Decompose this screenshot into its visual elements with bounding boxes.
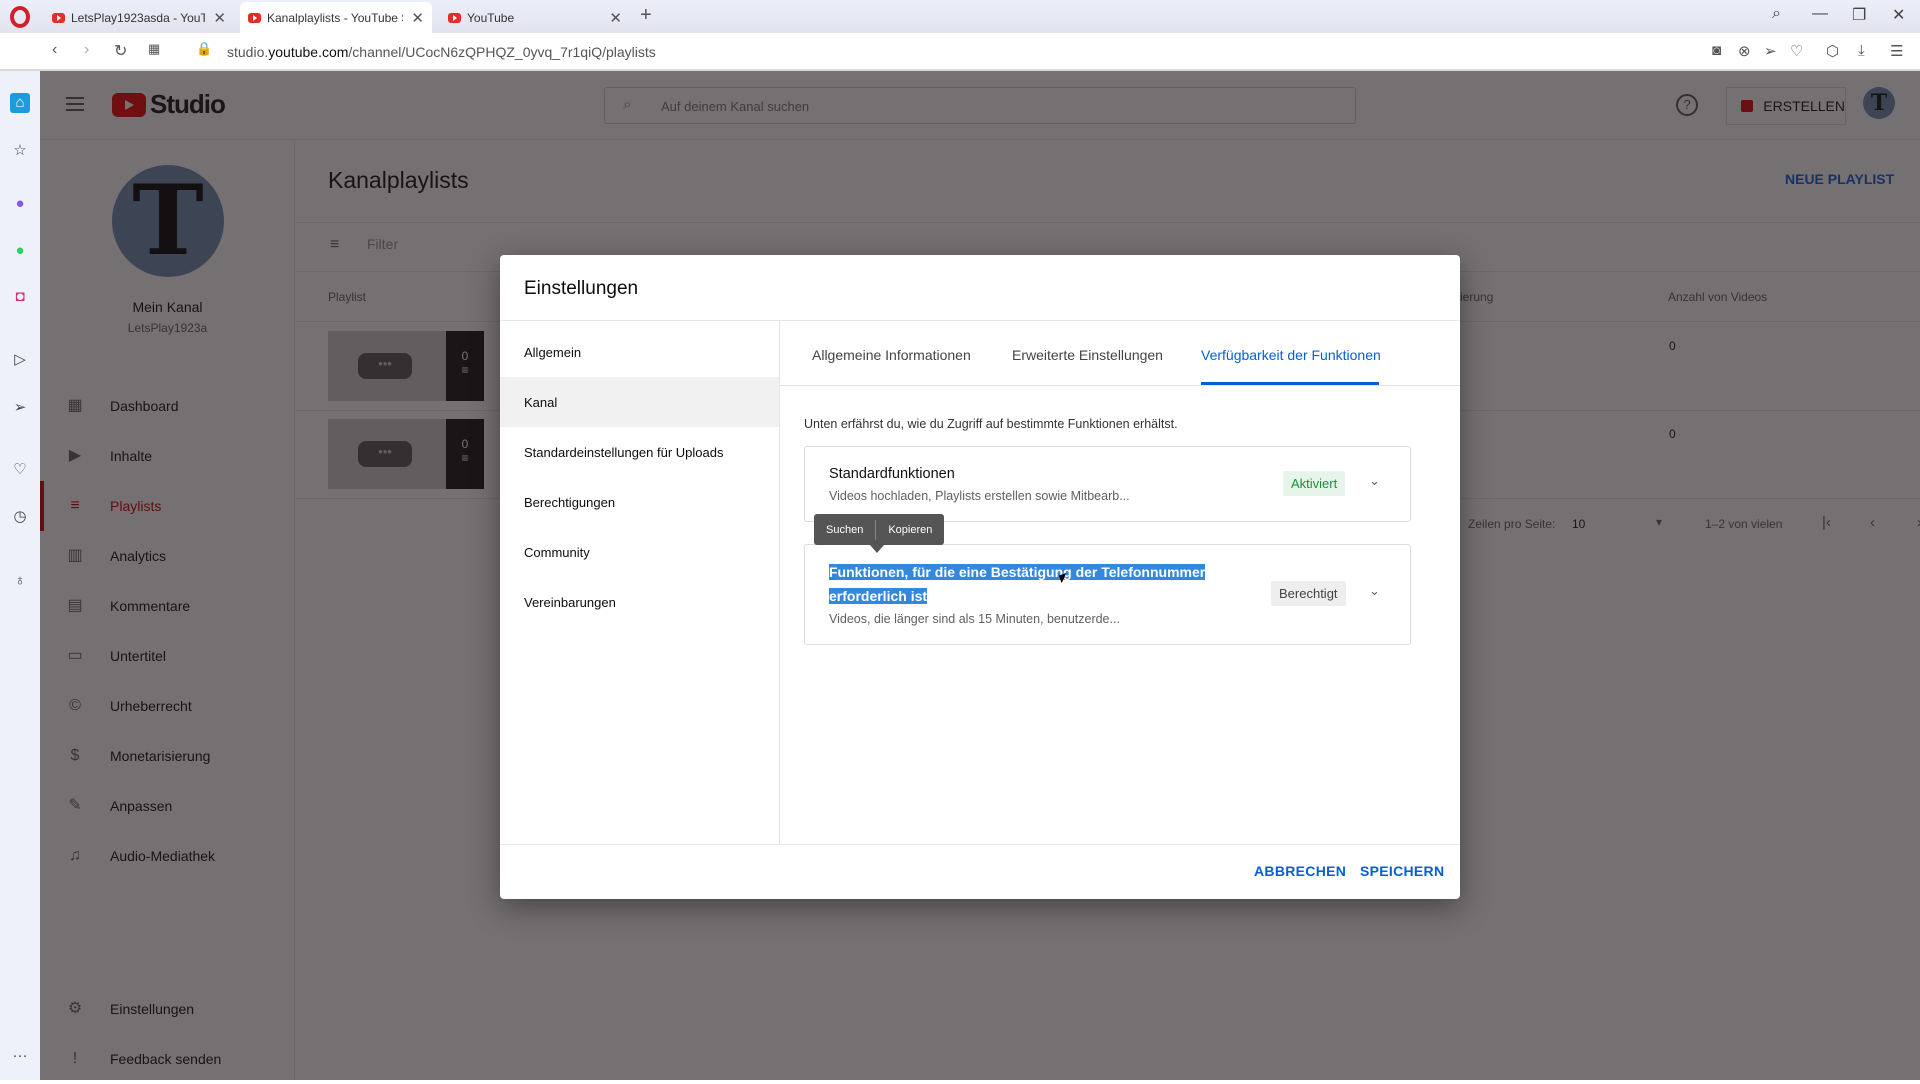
close-tab-icon[interactable]: ✕: [213, 9, 226, 27]
youtube-favicon-icon: [448, 12, 461, 23]
opera-logo-icon[interactable]: [10, 6, 30, 28]
feature-title: Standardfunktionen: [829, 466, 955, 482]
text-context-menu: Suchen Kopieren: [814, 514, 945, 553]
home-icon[interactable]: ⌂: [10, 93, 30, 113]
status-badge: Berechtigt: [1271, 581, 1346, 606]
tab-title: LetsPlay1923asda - YouTub: [71, 10, 206, 25]
browser-tab[interactable]: YouTube ✕: [440, 2, 630, 33]
restore-button[interactable]: ❐: [1852, 5, 1866, 25]
context-search-button[interactable]: Suchen: [814, 524, 875, 536]
selected-text[interactable]: erforderlich ist: [829, 588, 928, 604]
close-tab-icon[interactable]: ✕: [411, 9, 424, 27]
new-tab-button[interactable]: +: [640, 4, 652, 27]
dialog-title: Einstellungen: [524, 278, 639, 299]
divider: [779, 321, 780, 844]
lock-icon: 🔒: [196, 41, 213, 56]
tab-erweiterte-einstellungen[interactable]: Erweiterte Einstellungen: [1012, 347, 1163, 363]
feature-subtitle: Videos, die länger sind als 15 Minuten, …: [829, 612, 1120, 626]
divider: [500, 844, 1460, 845]
settings-sliders-icon[interactable]: ☰: [1890, 42, 1903, 60]
camera-icon[interactable]: ◙: [1712, 42, 1721, 59]
forward-button[interactable]: ›: [84, 41, 89, 59]
cube-icon[interactable]: ⬡: [1826, 42, 1839, 60]
url-field[interactable]: studio.youtube.com/channel/UCocN6zQPHQZ_…: [227, 44, 656, 60]
close-tab-icon[interactable]: ✕: [609, 9, 622, 27]
history-icon[interactable]: ◷: [10, 507, 30, 527]
tab-title: Kanalplaylists - YouTube St: [267, 10, 404, 25]
feature-card-standard[interactable]: Standardfunktionen Videos hochladen, Pla…: [804, 446, 1411, 522]
instagram-icon[interactable]: ◘: [10, 287, 30, 307]
selected-text[interactable]: Funktionen, für die eine Bestätigung der…: [829, 564, 1206, 580]
dialog-nav-vereinbarungen[interactable]: Vereinbarungen: [500, 577, 779, 627]
star-icon[interactable]: ☆: [10, 141, 30, 161]
youtube-favicon-icon: [248, 12, 261, 23]
cancel-button[interactable]: ABBRECHEN: [1254, 863, 1346, 879]
youtube-favicon-icon: [52, 12, 65, 23]
dialog-nav-community[interactable]: Community: [500, 527, 779, 577]
context-copy-button[interactable]: Kopieren: [876, 524, 944, 536]
save-button[interactable]: SPEICHERN: [1360, 863, 1444, 879]
divider: [500, 320, 1460, 321]
opera-sidebar: ⌂ ☆ ● ● ◘ ▷ ➢ ♡ ◷ ♁ ···: [0, 71, 40, 1080]
download-icon[interactable]: ⤓: [1858, 42, 1865, 59]
lightbulb-icon[interactable]: ♁: [10, 571, 30, 591]
dialog-nav-upload-defaults[interactable]: Standardeinstellungen für Uploads: [500, 427, 779, 477]
minimize-button[interactable]: —: [1812, 5, 1828, 23]
divider: [780, 385, 1460, 386]
tab-title: YouTube: [467, 10, 515, 25]
dialog-nav-berechtigungen[interactable]: Berechtigungen: [500, 477, 779, 527]
settings-dialog: Einstellungen Allgemein Kanal Standardei…: [500, 255, 1460, 899]
chevron-down-icon[interactable]: ⌄: [1369, 583, 1380, 599]
address-bar: ‹ › ↻ ▦ 🔒 studio.youtube.com/channel/UCo…: [0, 33, 1920, 71]
reload-button[interactable]: ↻: [114, 41, 127, 61]
send-icon[interactable]: ➢: [10, 398, 30, 418]
send-icon[interactable]: ➢: [1764, 42, 1777, 60]
chevron-down-icon[interactable]: ⌄: [1369, 473, 1380, 489]
tab-verfuegbarkeit-der-funktionen[interactable]: Verfügbarkeit der Funktionen: [1201, 347, 1381, 363]
adblock-icon[interactable]: ⊗: [1738, 42, 1751, 60]
intro-text: Unten erfährst du, wie du Zugriff auf be…: [804, 417, 1178, 431]
feature-subtitle: Videos hochladen, Playlists erstellen so…: [829, 489, 1130, 503]
more-icon[interactable]: ···: [10, 1046, 30, 1066]
heart-icon[interactable]: ♡: [1790, 42, 1803, 60]
browser-tab[interactable]: LetsPlay1923asda - YouTub ✕: [44, 2, 234, 33]
close-window-button[interactable]: ✕: [1892, 5, 1905, 25]
tabs-grid-icon[interactable]: ▦: [148, 41, 160, 57]
browser-search-icon[interactable]: ⌕: [1772, 5, 1781, 23]
whatsapp-icon[interactable]: ●: [10, 241, 30, 261]
feature-card-phone-verification[interactable]: Funktionen, für die eine Bestätigung der…: [804, 544, 1411, 645]
dialog-nav-allgemein[interactable]: Allgemein: [500, 327, 779, 377]
heart-icon[interactable]: ♡: [10, 460, 30, 480]
status-badge: Aktiviert: [1283, 471, 1346, 496]
player-icon[interactable]: ▷: [10, 350, 30, 370]
dialog-nav-kanal[interactable]: Kanal: [500, 377, 779, 427]
back-button[interactable]: ‹: [52, 41, 57, 59]
browser-tab-active[interactable]: Kanalplaylists - YouTube St ✕: [240, 2, 432, 33]
tab-allgemeine-informationen[interactable]: Allgemeine Informationen: [812, 347, 971, 363]
browser-tab-bar: LetsPlay1923asda - YouTub ✕ Kanalplaylis…: [0, 0, 1920, 33]
feature-title: Funktionen, für die eine Bestätigung der…: [829, 560, 1206, 608]
messenger-icon[interactable]: ●: [10, 194, 30, 214]
